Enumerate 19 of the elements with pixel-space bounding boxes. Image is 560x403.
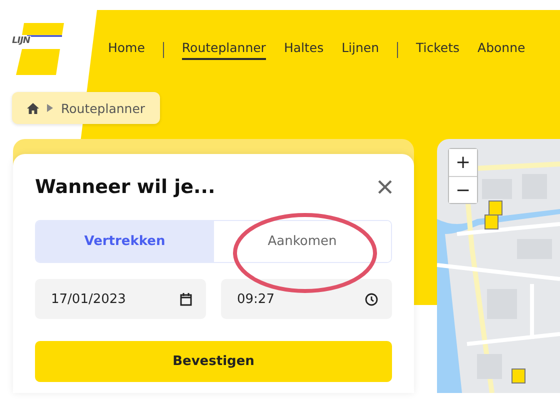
date-field[interactable]: 17/01/2023 — [35, 279, 206, 319]
confirm-button[interactable]: Bevestigen — [35, 341, 392, 382]
calendar-icon[interactable] — [180, 292, 192, 306]
nav-link[interactable]: Lijnen — [342, 40, 380, 60]
time-field[interactable]: 09:27 — [221, 279, 392, 319]
nav-link[interactable]: Routeplanner — [182, 40, 266, 60]
nav-link[interactable]: Haltes — [284, 40, 324, 60]
clock-icon[interactable] — [365, 292, 378, 306]
logo-text: LIJN — [12, 36, 31, 46]
nav-link[interactable]: Home — [108, 40, 145, 60]
mode-tab[interactable]: Vertrekken — [36, 221, 214, 262]
close-icon[interactable] — [378, 180, 392, 194]
nav-link[interactable]: Abonne — [478, 40, 526, 60]
dialog-title: Wanneer wil je... — [35, 176, 216, 198]
caret-icon — [47, 104, 53, 112]
zoom-out-button[interactable]: − — [449, 176, 477, 203]
breadcrumb-link[interactable]: Routeplanner — [61, 100, 146, 116]
nav-link[interactable]: Tickets — [416, 40, 460, 60]
home-icon[interactable] — [27, 102, 39, 114]
